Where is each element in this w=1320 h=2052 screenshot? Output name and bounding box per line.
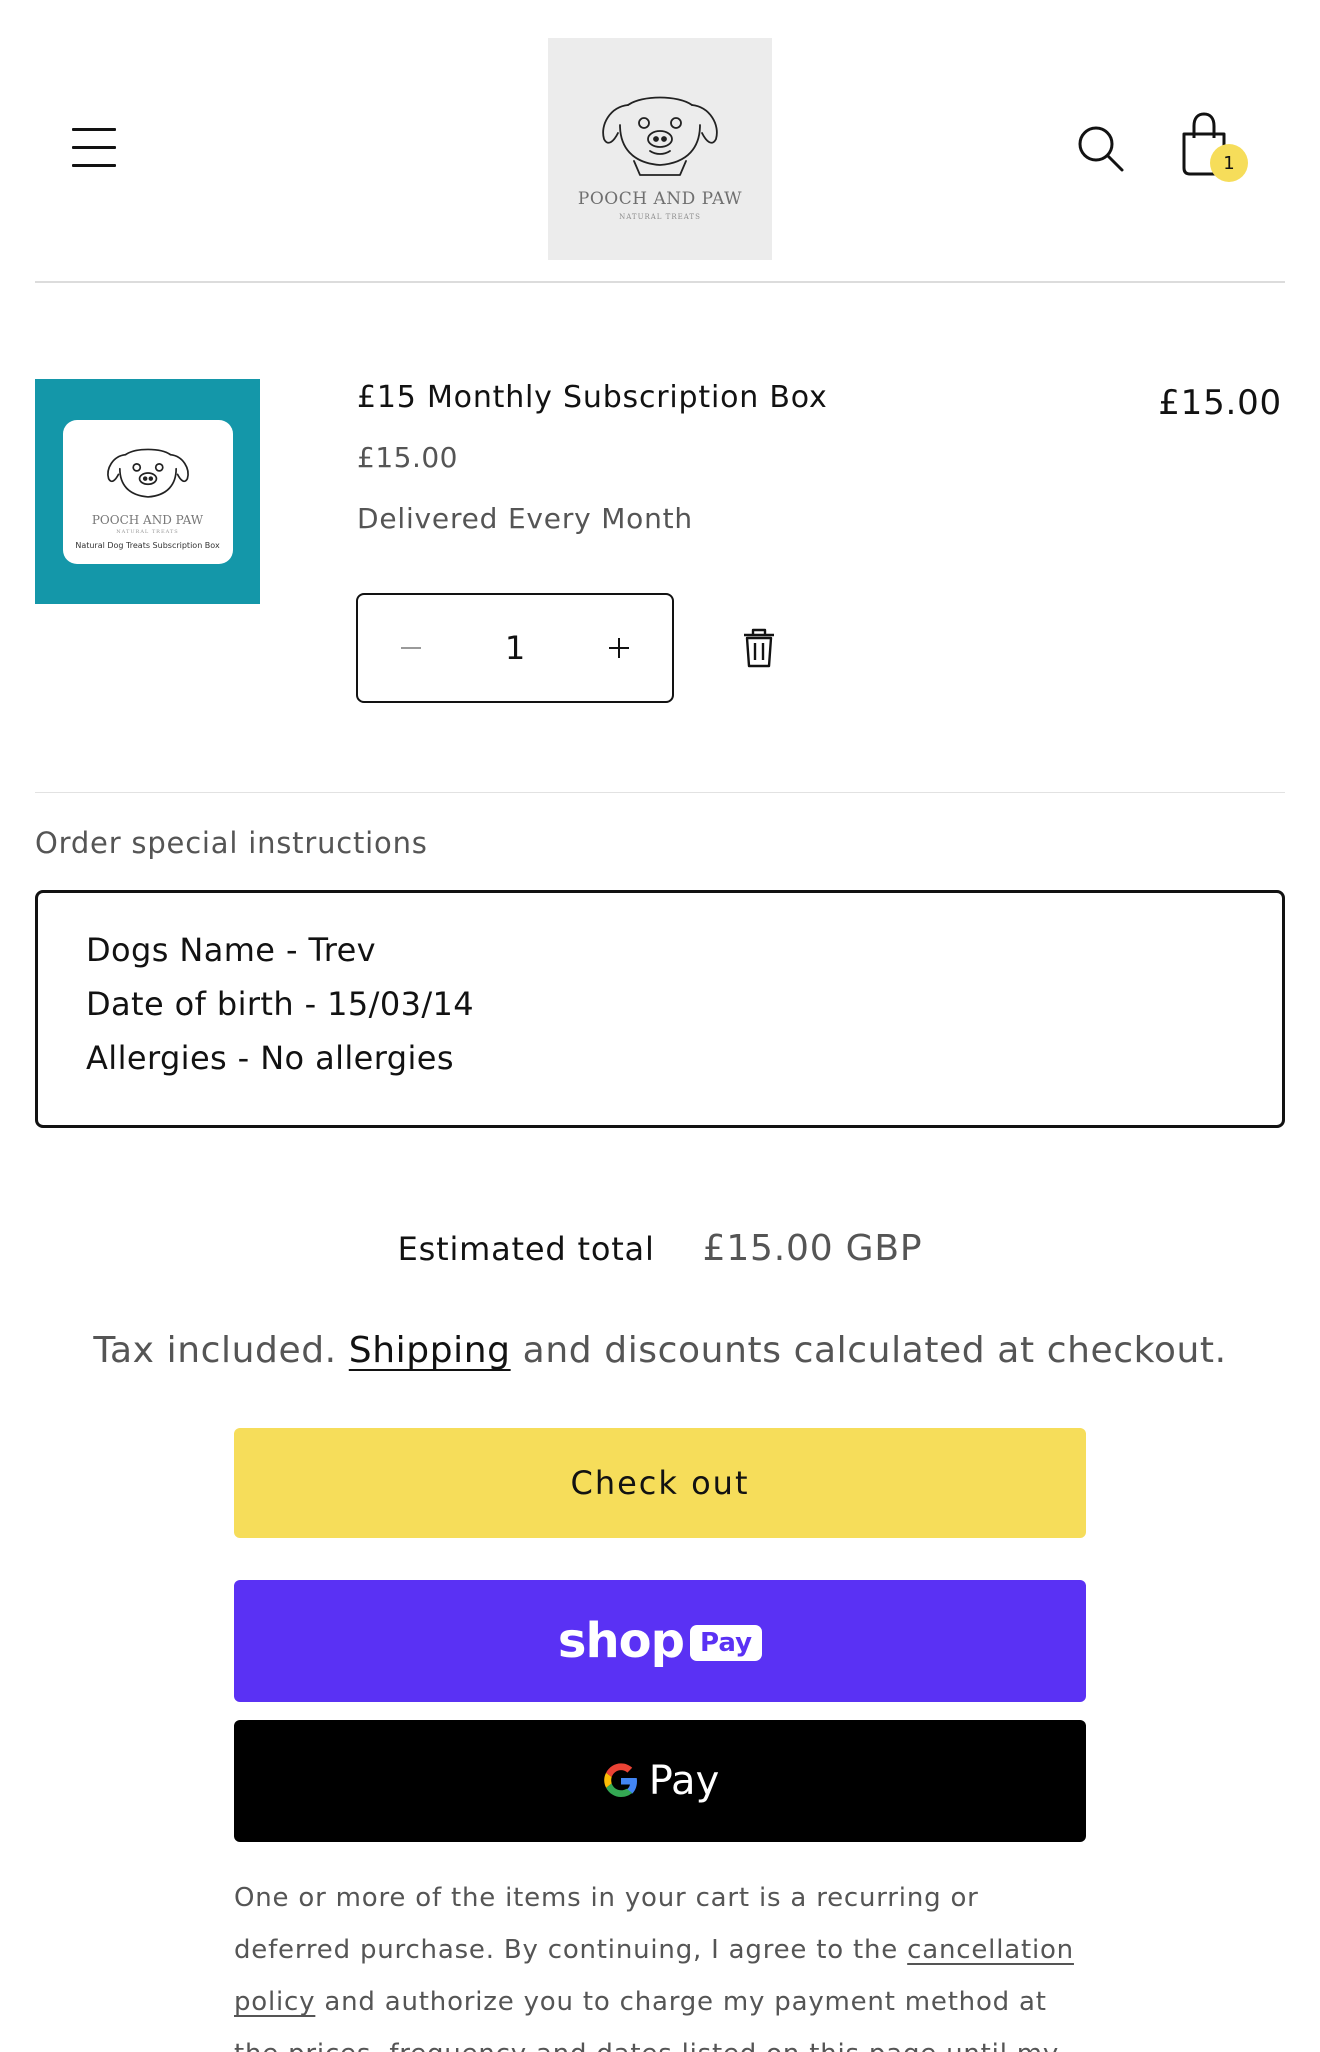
shop-pay-logo-text: shop xyxy=(557,1613,685,1669)
instructions-line: Allergies - No allergies xyxy=(86,1039,454,1077)
estimated-total: Estimated total £15.00 GBP xyxy=(0,1228,1320,1269)
product-unit-price: £15.00 xyxy=(357,441,458,474)
instructions-textarea[interactable]: Dogs Name - Trev Date of birth - 15/03/1… xyxy=(35,890,1285,1128)
product-image-subtext: NATURAL TREATS xyxy=(116,528,179,535)
site-header: POOCH AND PAW NATURAL TREATS 1 xyxy=(0,0,1320,284)
shop-pay-button[interactable]: shop Pay xyxy=(234,1580,1086,1702)
site-logo[interactable]: POOCH AND PAW NATURAL TREATS xyxy=(548,38,772,260)
instructions-line: Date of birth - 15/03/14 xyxy=(86,985,475,1023)
product-title-link[interactable]: £15 Monthly Subscription Box xyxy=(357,380,828,415)
logo-subtext: NATURAL TREATS xyxy=(619,213,701,221)
product-image-caption: Natural Dog Treats Subscription Box xyxy=(75,540,220,550)
google-pay-button[interactable]: Pay xyxy=(234,1720,1086,1842)
dog-face-logo-icon xyxy=(602,96,718,176)
instructions-line: Dogs Name - Trev xyxy=(86,931,376,969)
header-divider xyxy=(35,281,1285,283)
estimated-total-label: Estimated total xyxy=(397,1230,655,1268)
legal-text-part1: One or more of the items in your cart is… xyxy=(234,1883,979,1965)
plus-icon xyxy=(609,638,629,658)
google-g-icon xyxy=(603,1763,637,1797)
cart-button[interactable]: 1 xyxy=(1176,108,1248,188)
quantity-stepper xyxy=(356,593,674,703)
product-image-card: POOCH AND PAW NATURAL TREATS Natural Dog… xyxy=(62,419,233,564)
legal-text-part2: and authorize you to charge my payment m… xyxy=(234,1987,1058,2052)
checkout-button[interactable]: Check out xyxy=(234,1428,1086,1538)
search-icon[interactable] xyxy=(1074,122,1128,176)
instructions-label: Order special instructions xyxy=(35,826,428,860)
hamburger-menu-icon[interactable] xyxy=(70,124,118,172)
decrease-quantity-button[interactable] xyxy=(358,595,464,701)
item-divider xyxy=(35,792,1285,793)
shipping-policy-link[interactable]: Shipping xyxy=(349,1330,511,1371)
quantity-input[interactable] xyxy=(464,595,566,701)
remove-item-button[interactable] xyxy=(738,626,780,670)
google-pay-text: Pay xyxy=(648,1758,720,1804)
tax-note-suffix: and discounts calculated at checkout. xyxy=(510,1330,1227,1371)
product-image-brand: POOCH AND PAW xyxy=(91,512,204,527)
tax-note: Tax included. Shipping and discounts cal… xyxy=(0,1330,1320,1371)
increase-quantity-button[interactable] xyxy=(566,595,672,701)
recurring-purchase-notice: One or more of the items in your cart is… xyxy=(234,1872,1086,2052)
estimated-total-value: £15.00 GBP xyxy=(702,1228,923,1269)
shop-pay-logo-tag: Pay xyxy=(690,1625,763,1661)
cart-count-badge: 1 xyxy=(1210,144,1248,182)
trash-icon xyxy=(744,628,774,668)
subscription-plan: Delivered Every Month xyxy=(357,502,693,535)
minus-icon xyxy=(401,647,421,649)
product-image[interactable]: POOCH AND PAW NATURAL TREATS Natural Dog… xyxy=(35,379,260,604)
tax-note-prefix: Tax included. xyxy=(93,1330,349,1371)
dog-face-product-icon xyxy=(106,448,189,498)
line-total-price: £15.00 xyxy=(1158,383,1282,423)
logo-text: POOCH AND PAW xyxy=(577,189,743,209)
